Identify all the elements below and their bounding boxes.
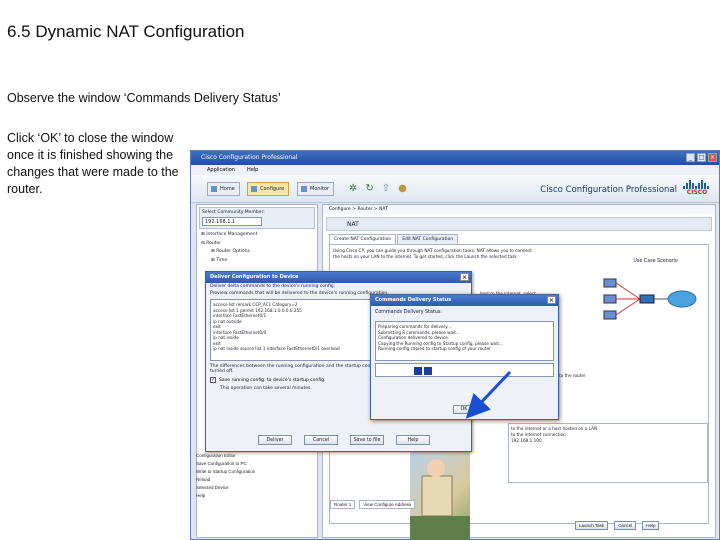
use-case-title: Use Case Scenario: [633, 259, 678, 264]
toolbar-icons: ✲ ↻ ⇧ ●: [349, 183, 407, 194]
progress-block: [414, 367, 422, 375]
cisco-logo: CISCO: [683, 179, 711, 199]
close-icon[interactable]: ×: [547, 296, 556, 304]
deliver-dialog-title: Deliver Configuration to Device ×: [206, 272, 471, 283]
tree-item-reload[interactable]: Reload: [196, 476, 316, 484]
tree-item-help[interactable]: Help: [196, 492, 316, 500]
progress-strip: [375, 363, 554, 377]
bottom-tab-view-configure[interactable]: View Configure Address: [359, 500, 416, 509]
close-icon[interactable]: ×: [460, 273, 469, 281]
bottom-tab-router[interactable]: Router 1: [330, 500, 356, 509]
community-label: Select Community Member:: [202, 210, 265, 215]
deliver-buttons: Deliver Cancel Save to file Help: [258, 435, 430, 445]
app-title: Cisco Configuration Professional: [201, 154, 298, 161]
tree-item-selected-device[interactable]: Selected Device: [196, 484, 316, 492]
home-button[interactable]: Home: [207, 182, 240, 196]
bottom-buttons: Launch Task Cancel Help: [575, 521, 660, 530]
tree-item-save-config-to-pc[interactable]: Save Configuration to PC: [196, 460, 316, 468]
save-to-file-button[interactable]: Save to file: [350, 435, 384, 445]
launch-task-button[interactable]: Launch Task: [575, 521, 609, 530]
help-task-button[interactable]: Help: [642, 521, 660, 530]
discover-icon[interactable]: ✲: [349, 183, 357, 194]
configure-button[interactable]: Configure: [247, 182, 290, 196]
deliver-line-1: Deliver delta commands to the device's r…: [210, 284, 336, 289]
close-icon[interactable]: ×: [708, 153, 717, 162]
nav-tree: ⊞ Interface Management ⊟ Router ⊞ Router…: [197, 231, 317, 265]
app-title-bar: Cisco Configuration Professional _ □ ×: [191, 151, 719, 165]
status-label: Commands Delivery Status:: [375, 310, 443, 315]
tree-item-interface-management[interactable]: ⊞ Interface Management: [201, 231, 317, 240]
tab-edit-nat[interactable]: Edit NAT Configuration: [397, 234, 459, 244]
upload-icon[interactable]: ⇧: [382, 183, 390, 194]
menu-application[interactable]: Application: [207, 165, 235, 175]
ok-button[interactable]: OK: [453, 405, 475, 414]
nat-tabs: Create NAT Configuration Edit NAT Config…: [329, 234, 715, 244]
device-select[interactable]: 192.168.1.1: [202, 217, 262, 226]
tab-create-nat[interactable]: Create NAT Configuration: [329, 234, 397, 244]
details-list: to the internet or a host hosted on a LA…: [508, 423, 708, 483]
cancel-task-button[interactable]: Cancel: [614, 521, 637, 530]
tree-item-router-options[interactable]: ⊞ Router Options: [201, 248, 317, 257]
instruction-observe: Observe the window ‘Commands Delivery St…: [7, 91, 281, 105]
bottom-tabs: Router 1 View Configure Address: [330, 500, 416, 509]
help-button[interactable]: Help: [396, 435, 430, 445]
save-startup-label: Save running config. to device's startup…: [219, 377, 326, 383]
monitor-button[interactable]: Monitor: [297, 182, 335, 196]
tree-item-write-startup[interactable]: Write to Startup Configuration: [196, 468, 316, 476]
lower-nav-tree: Configuration Editor Save Configuration …: [196, 452, 316, 500]
minimize-icon[interactable]: _: [686, 153, 695, 162]
nat-header: NAT: [326, 217, 712, 231]
window-controls: _ □ ×: [686, 153, 717, 162]
slide-title: 6.5 Dynamic NAT Configuration: [7, 22, 245, 41]
progress-block: [424, 367, 432, 375]
commands-delivery-status-dialog: Commands Delivery Status × Commands Deli…: [370, 294, 559, 420]
menu-bar: Application Help: [191, 165, 719, 175]
maximize-icon[interactable]: □: [697, 153, 706, 162]
menu-help[interactable]: Help: [247, 165, 258, 175]
cancel-button[interactable]: Cancel: [304, 435, 338, 445]
info-icon[interactable]: ●: [398, 183, 407, 194]
nat-description: Using Cisco CP, you can guide you throug…: [333, 248, 532, 259]
community-selector: Select Community Member: 192.168.1.1: [199, 207, 315, 229]
toolbar: Home Configure Monitor ✲ ↻ ⇧ ● Cisco Con…: [191, 175, 719, 203]
tree-item-router[interactable]: ⊟ Router: [201, 240, 317, 249]
network-diagram: [603, 278, 697, 320]
deliver-button[interactable]: Deliver: [258, 435, 292, 445]
tree-item-time[interactable]: ⊞ Time: [201, 257, 317, 266]
brand-name: Cisco Configuration Professional: [540, 185, 677, 195]
instruction-click-ok: Click ‘OK’ to close the window once it i…: [7, 131, 179, 196]
background-photo: [410, 446, 470, 540]
breadcrumb: Configure > Router > NAT: [323, 205, 715, 214]
refresh-icon[interactable]: ↻: [365, 183, 373, 194]
status-log: Preparing commands for delivery... Submi…: [375, 321, 554, 361]
status-dialog-title: Commands Delivery Status ×: [371, 295, 558, 306]
tree-item-configuration-editor[interactable]: Configuration Editor: [196, 452, 316, 460]
save-startup-checkbox[interactable]: ✓: [210, 377, 216, 383]
